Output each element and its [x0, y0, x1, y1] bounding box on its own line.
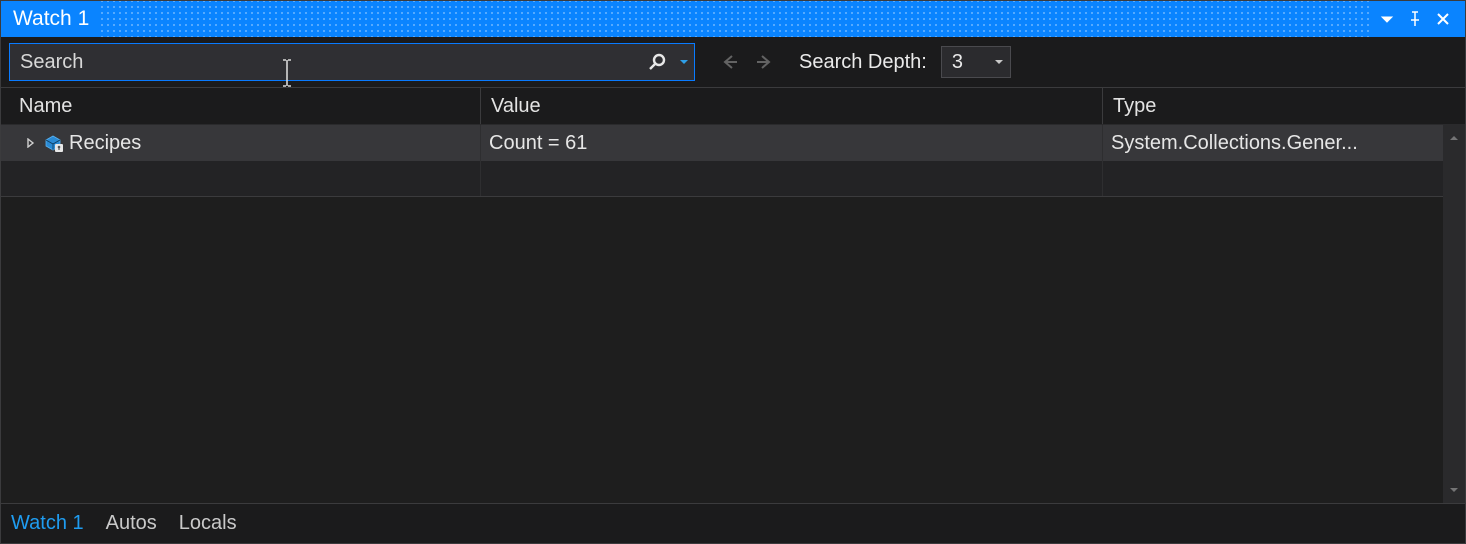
cell-value: Count = 61: [481, 125, 1103, 161]
row-name-text: Recipes: [69, 132, 141, 155]
row-type-text: System.Collections.Gener...: [1111, 132, 1358, 155]
search-nav: [715, 47, 779, 77]
cell-name: Recipes: [1, 125, 481, 161]
scroll-down-icon[interactable]: [1445, 481, 1463, 499]
toolbar: Search Depth: 3: [1, 37, 1465, 87]
column-header-value[interactable]: Value: [481, 88, 1103, 124]
pin-button[interactable]: [1401, 5, 1429, 33]
cell-type: System.Collections.Gener...: [1103, 125, 1465, 161]
grid-header: Name Value Type: [1, 87, 1465, 125]
titlebar-grip[interactable]: [99, 1, 1373, 37]
object-icon: [43, 134, 63, 152]
search-input[interactable]: [9, 43, 677, 81]
search-depth-select[interactable]: 3: [941, 46, 1011, 78]
row-value-text: Count = 61: [489, 132, 587, 155]
search-next-button[interactable]: [749, 47, 779, 77]
bottom-tabstrip: Watch 1 Autos Locals: [1, 503, 1465, 543]
window-title: Watch 1: [13, 7, 89, 31]
watch-window: Watch 1: [0, 0, 1466, 544]
titlebar: Watch 1: [1, 1, 1465, 37]
vertical-scrollbar[interactable]: [1443, 125, 1465, 503]
search-prev-button[interactable]: [715, 47, 745, 77]
expand-icon[interactable]: [23, 136, 37, 150]
new-watch-row[interactable]: [1, 161, 1465, 197]
column-header-type[interactable]: Type: [1103, 88, 1465, 124]
tab-locals[interactable]: Locals: [179, 512, 237, 535]
search-options-dropdown[interactable]: [673, 43, 695, 81]
table-row[interactable]: Recipes Count = 61 System.Collections.Ge…: [1, 125, 1465, 161]
tab-watch-1[interactable]: Watch 1: [11, 512, 84, 535]
window-menu-button[interactable]: [1373, 5, 1401, 33]
close-button[interactable]: [1429, 5, 1457, 33]
grid-body: Recipes Count = 61 System.Collections.Ge…: [1, 125, 1465, 503]
tab-autos[interactable]: Autos: [106, 512, 157, 535]
column-header-name[interactable]: Name: [1, 88, 481, 124]
scroll-up-icon[interactable]: [1445, 129, 1463, 147]
search-wrap: [9, 43, 695, 81]
search-depth-label: Search Depth:: [799, 51, 927, 74]
search-depth-value: 3: [952, 51, 963, 74]
